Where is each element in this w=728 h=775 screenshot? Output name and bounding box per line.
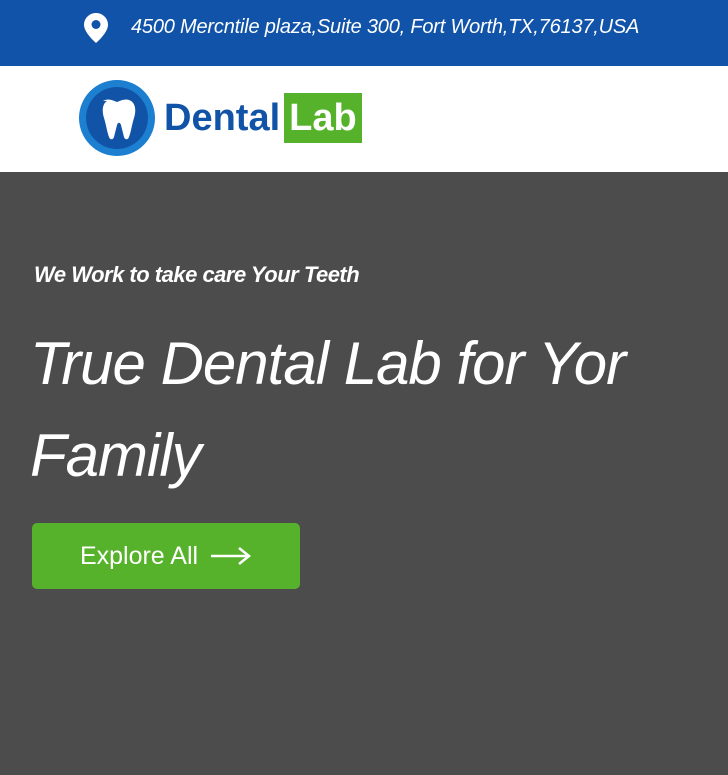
tooth-icon	[79, 80, 155, 156]
top-info-bar: 4500 Mercntile plaza,Suite 300, Fort Wor…	[0, 0, 728, 66]
arrow-right-icon	[211, 547, 252, 565]
explore-all-label: Explore All	[79, 541, 199, 570]
address-text: 4500 Mercntile plaza,Suite 300, Fort Wor…	[131, 16, 640, 38]
logo-text-lab: Lab	[284, 93, 362, 143]
location-pin-icon	[84, 13, 108, 43]
logo-link[interactable]: Dental Lab	[78, 79, 362, 157]
hero-tagline: We Work to take care Your Teeth	[34, 262, 360, 287]
logo-text-dental: Dental	[164, 97, 281, 139]
explore-all-button[interactable]: Explore All	[32, 523, 300, 589]
site-header: Dental Lab	[0, 66, 728, 172]
hero-headline: True Dental Lab for Yor Family	[30, 330, 626, 489]
